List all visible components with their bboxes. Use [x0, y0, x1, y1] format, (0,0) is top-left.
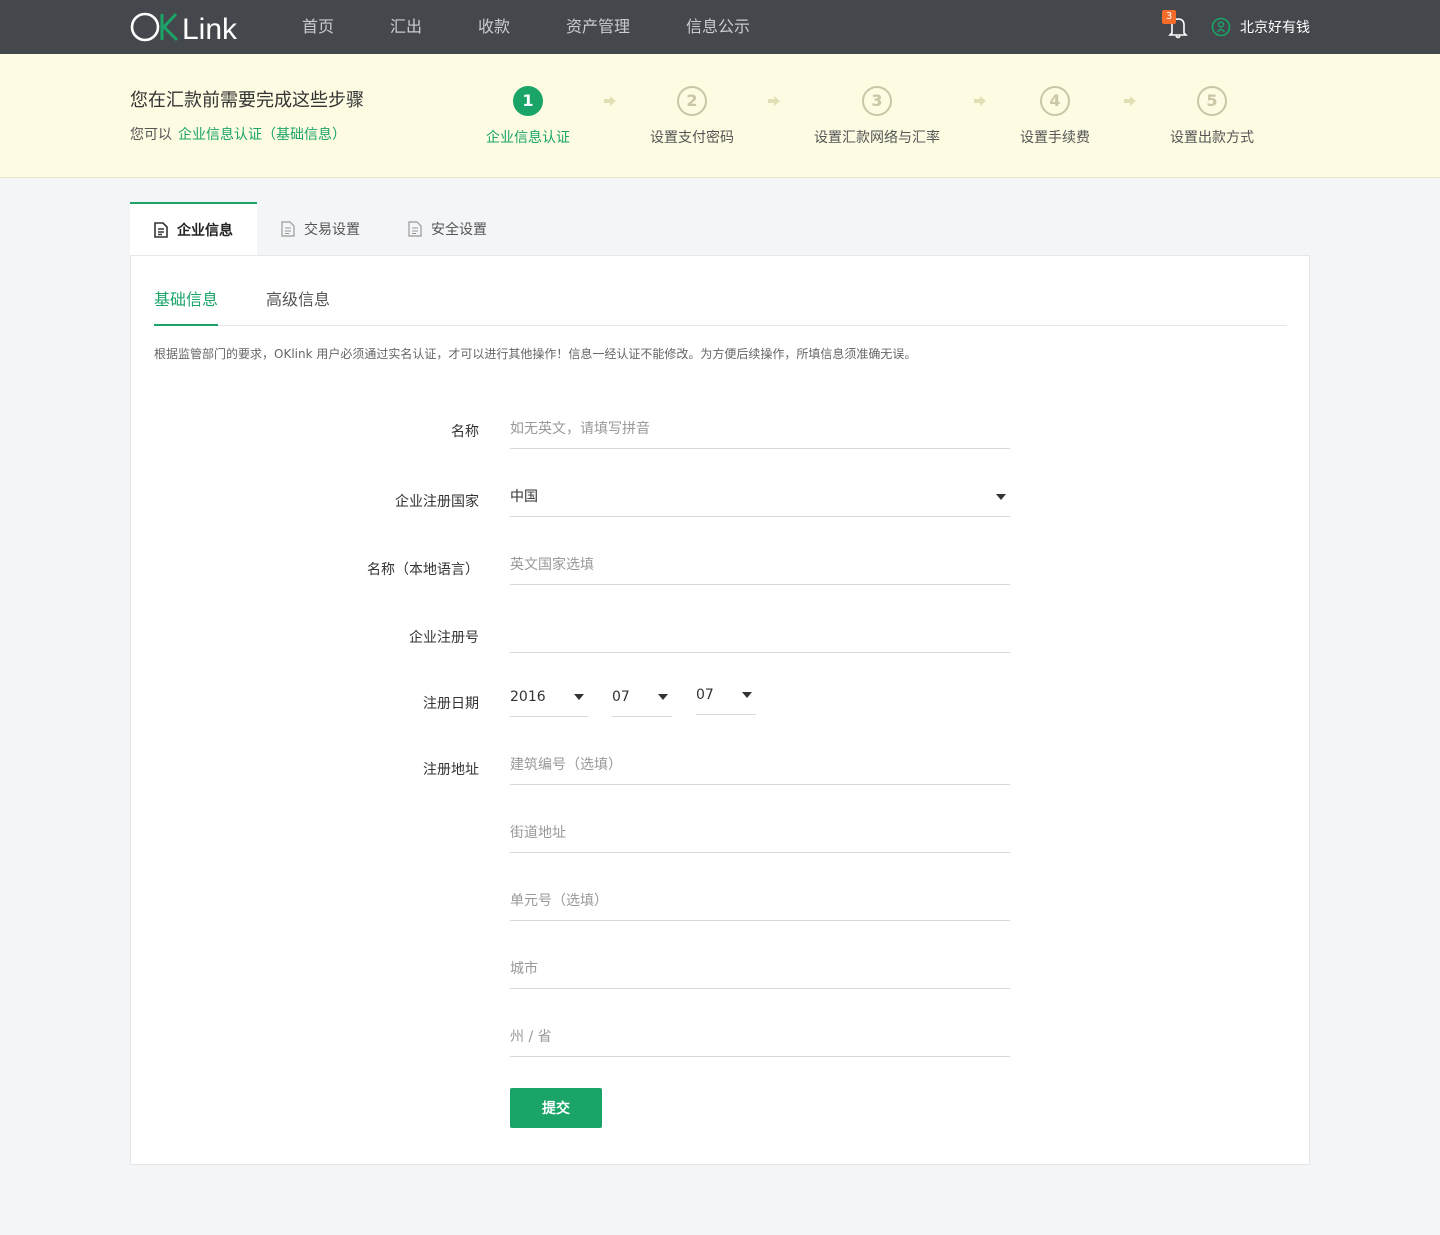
chevron-down-icon — [996, 494, 1006, 500]
logo-text: Link — [182, 13, 238, 46]
step-arrow-icon — [604, 96, 616, 106]
date-year-value: 2016 — [510, 689, 546, 705]
company-info-card: 基础信息 高级信息 根据监管部门的要求，OKlink 用户必须通过实名认证，才可… — [130, 255, 1310, 1165]
submit-button[interactable]: 提交 — [510, 1088, 602, 1128]
address-street-wrap — [510, 815, 1010, 853]
nav-item-home[interactable]: 首页 — [302, 0, 334, 54]
user-name: 北京好有钱 — [1240, 20, 1310, 36]
document-icon — [408, 220, 422, 237]
step-number: 3 — [862, 86, 892, 116]
step-3[interactable]: 3 设置汇款网络与汇率 — [814, 86, 940, 147]
chevron-down-icon — [742, 692, 752, 698]
step-label: 企业信息认证 — [486, 130, 570, 146]
banner-subtitle-prefix: 您可以 — [130, 127, 172, 143]
step-4[interactable]: 4 设置手续费 — [1020, 86, 1090, 147]
date-year-select[interactable]: 2016 — [510, 679, 588, 717]
step-number: 4 — [1040, 86, 1070, 116]
info-subtabs: 基础信息 高级信息 — [154, 256, 1287, 326]
user-avatar-icon — [1211, 17, 1231, 37]
user-menu[interactable]: 北京好有钱 — [1211, 0, 1310, 54]
subtab-basic-info[interactable]: 基础信息 — [154, 286, 219, 326]
nav-item-disclosure[interactable]: 信息公示 — [686, 0, 750, 54]
country-value: 中国 — [510, 489, 538, 505]
step-arrow-icon — [1124, 96, 1136, 106]
chevron-down-icon — [658, 694, 668, 700]
name-label: 名称 — [451, 424, 479, 440]
date-month-value: 07 — [612, 689, 630, 705]
tab-label: 交易设置 — [304, 221, 360, 238]
date-month-select[interactable]: 07 — [612, 679, 672, 717]
oklink-logo[interactable]: Link — [130, 6, 246, 48]
notification-bell[interactable]: 3 — [1162, 10, 1190, 40]
step-number: 1 — [513, 86, 543, 116]
top-navbar: Link 首页 汇出 收款 资产管理 信息公示 3 北京好有钱 — [0, 0, 1440, 54]
address-unit-input[interactable] — [510, 883, 1010, 919]
tab-trade-settings[interactable]: 交易设置 — [257, 202, 384, 255]
regulatory-notice: 根据监管部门的要求，OKlink 用户必须通过实名认证，才可以进行其他操作！信息… — [154, 347, 917, 361]
step-5[interactable]: 5 设置出款方式 — [1170, 86, 1254, 147]
step-1[interactable]: 1 企业信息认证 — [486, 86, 570, 147]
chevron-down-icon — [574, 694, 584, 700]
tab-label: 企业信息 — [177, 223, 233, 239]
subtab-advanced-info[interactable]: 高级信息 — [266, 286, 330, 324]
step-label: 设置手续费 — [1020, 130, 1090, 146]
country-select[interactable]: 中国 — [510, 479, 1010, 517]
step-number: 2 — [677, 86, 707, 116]
address-city-input[interactable] — [510, 951, 1010, 987]
document-icon — [281, 220, 295, 237]
banner-subtitle-link[interactable]: 企业信息认证（基础信息） — [178, 127, 346, 143]
tab-company-info[interactable]: 企业信息 — [130, 202, 257, 256]
notification-badge: 3 — [1162, 10, 1176, 24]
step-arrow-icon — [974, 96, 986, 106]
banner-subtitle: 您可以 企业信息认证（基础信息） — [130, 124, 346, 144]
document-icon — [154, 222, 168, 238]
banner-title: 您在汇款前需要完成这些步骤 — [130, 90, 364, 111]
local-name-field-wrap — [510, 547, 1010, 585]
address-city-wrap — [510, 951, 1010, 989]
onboarding-steps-banner: 您在汇款前需要完成这些步骤 您可以 企业信息认证（基础信息） 1 企业信息认证 2… — [0, 54, 1440, 178]
reg-no-input[interactable] — [510, 615, 1010, 651]
reg-no-field-wrap — [510, 615, 1010, 653]
local-name-label: 名称（本地语言） — [367, 562, 479, 578]
address-building-input[interactable] — [510, 747, 1010, 783]
address-label: 注册地址 — [423, 762, 479, 778]
date-label: 注册日期 — [423, 696, 479, 712]
nav-item-remit[interactable]: 汇出 — [390, 0, 422, 54]
tab-label: 安全设置 — [431, 221, 487, 238]
address-unit-wrap — [510, 883, 1010, 921]
logo-mark: Link — [130, 12, 238, 46]
address-building-wrap — [510, 747, 1010, 785]
country-label: 企业注册国家 — [395, 494, 479, 510]
local-name-input[interactable] — [510, 547, 1010, 583]
step-number: 5 — [1197, 86, 1227, 116]
reg-no-label: 企业注册号 — [409, 630, 479, 646]
date-day-select[interactable]: 07 — [696, 677, 756, 715]
step-2[interactable]: 2 设置支付密码 — [650, 86, 734, 147]
name-field-wrap — [510, 411, 1010, 449]
step-label: 设置汇款网络与汇率 — [814, 130, 940, 146]
nav-item-assets[interactable]: 资产管理 — [566, 0, 630, 54]
date-day-value: 07 — [696, 687, 714, 703]
step-label: 设置支付密码 — [650, 130, 734, 146]
nav-item-receive[interactable]: 收款 — [478, 0, 510, 54]
address-street-input[interactable] — [510, 815, 1010, 851]
step-arrow-icon — [768, 96, 780, 106]
address-state-input[interactable] — [510, 1019, 1010, 1055]
step-label: 设置出款方式 — [1170, 130, 1254, 146]
tab-security-settings[interactable]: 安全设置 — [384, 202, 511, 255]
address-state-wrap — [510, 1019, 1010, 1057]
name-input[interactable] — [510, 411, 1010, 447]
settings-tabs: 企业信息 交易设置 安全设置 — [130, 202, 511, 256]
